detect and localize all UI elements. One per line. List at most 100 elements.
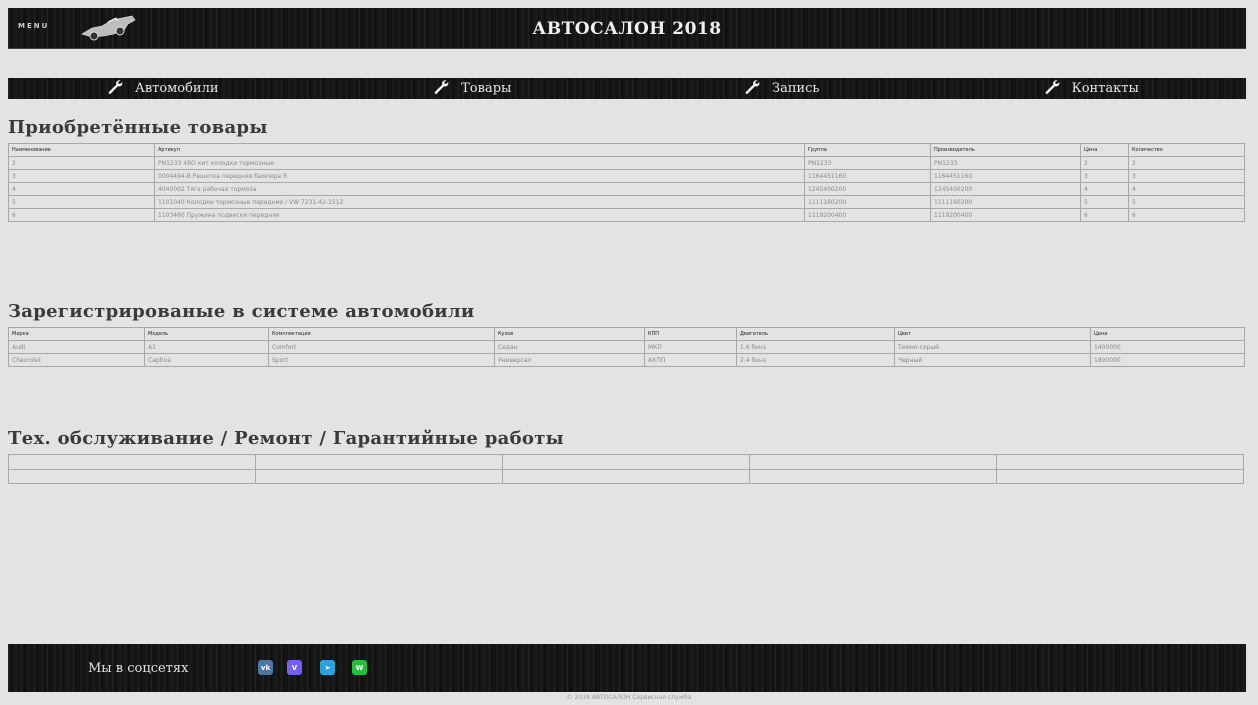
table-cell: 3 (1080, 169, 1129, 183)
table-cell: 4 (8, 182, 155, 196)
table-cell (502, 468, 750, 484)
table-cell: A1 (144, 340, 269, 354)
table-cell: 1.6 бенз (736, 340, 895, 354)
table-cell: 1103460 Пружина подвески передняя (154, 208, 805, 222)
nav-item-label: Запись (771, 81, 820, 96)
table-cell: Audi (8, 340, 145, 354)
cars-table: Марка Модель Комплектация Кузов КПП Двигатель… (8, 327, 1245, 367)
table-cell: 3 (8, 169, 155, 183)
table-row[interactable]: 5 1101040 Колодки тормозные передние / VW… (8, 195, 1245, 209)
wrench-icon (433, 79, 449, 99)
viber-icon[interactable]: V (287, 660, 302, 675)
table-cell: Chevrolet (8, 353, 145, 367)
column-header: Цвет (894, 327, 1091, 341)
table-cell: 0004494-B Решетка передняя бампера R (154, 169, 805, 183)
wrench-icon (744, 79, 760, 99)
table-cell (502, 454, 750, 470)
column-header: Группа (804, 143, 931, 157)
nav-item-2[interactable]: Запись (627, 78, 937, 99)
table-cell: 2 (8, 156, 155, 170)
table-cell: 3 (1128, 169, 1245, 183)
column-header: Модель (144, 327, 269, 341)
column-header: КПП (644, 327, 737, 341)
whatsapp-icon[interactable]: W (352, 660, 367, 675)
table-cell: 6 (8, 208, 155, 222)
table-cell: PN1233 (930, 156, 1081, 170)
table-cell (749, 454, 997, 470)
table-cell (255, 468, 503, 484)
table-row[interactable]: Audi A1 Comfort Седан МКП 1.6 бенз Темно-серый… (8, 340, 1245, 354)
table-cell: 1119200400 (930, 208, 1081, 222)
table-cell: 2 (1128, 156, 1245, 170)
nav-item-label: Товары (461, 81, 512, 96)
table-cell: 1890000 (1090, 353, 1245, 367)
table-cell: 4 (1128, 182, 1245, 196)
table-header-row: Наименование Артикул Группа Производитель Це… (8, 143, 1245, 157)
column-header: Цена (1080, 143, 1129, 157)
column-header: Комплектация (268, 327, 495, 341)
column-header: Количество (1128, 143, 1245, 157)
goods-title: Приобретённые товары (8, 117, 268, 138)
column-header: Производитель (930, 143, 1081, 157)
site-footer: Мы в соцсетях (8, 644, 1246, 692)
table-cell: МКП (644, 340, 737, 354)
nav-item-label: Контакты (1071, 81, 1139, 96)
table-cell: 4040002 Тяга рабочая тормоза (154, 182, 805, 196)
site-header: MENU АВТОСАЛОН 2018 (8, 8, 1246, 49)
table-cell (996, 454, 1244, 470)
table-cell (8, 468, 256, 484)
table-row[interactable]: 2 PN1233 4BO кит колодки тормозные PN1233 P… (8, 156, 1245, 170)
column-header: Наименование (8, 143, 155, 157)
table-cell: Темно-серый (894, 340, 1091, 354)
wrench-icon (1044, 79, 1060, 99)
table-cell: 1111160200 (804, 195, 931, 209)
table-cell: 6 (1128, 208, 1245, 222)
column-header: Артикул (154, 143, 805, 157)
main-nav: Автомобили Товары Запись Контакты (8, 78, 1246, 99)
nav-item-label: Автомобили (134, 81, 219, 96)
nav-item-1[interactable]: Товары (318, 78, 628, 99)
table-cell: PN1233 4BO кит колодки тормозные (154, 156, 805, 170)
column-header: Двигатель (736, 327, 895, 341)
table-row[interactable] (8, 468, 1244, 484)
table-cell (8, 454, 256, 470)
site-title: АВТОСАЛОН 2018 (532, 19, 722, 39)
table-cell: 2 (1080, 156, 1129, 170)
vk-icon[interactable]: vk (258, 660, 273, 675)
column-header: Марка (8, 327, 145, 341)
table-cell (749, 468, 997, 484)
table-cell: 1111160200 (930, 195, 1081, 209)
table-cell: 5 (8, 195, 155, 209)
table-cell: 1101040 Колодки тормозные передние / VW … (154, 195, 805, 209)
table-cell: 1164451160 (804, 169, 931, 183)
table-cell: 2.4 бенз (736, 353, 895, 367)
goods-table: Наименование Артикул Группа Производитель Це… (8, 143, 1245, 222)
nav-item-0[interactable]: Автомобили (8, 78, 318, 99)
table-cell: 5 (1128, 195, 1245, 209)
nav-item-3[interactable]: Контакты (937, 78, 1247, 99)
table-cell: Черный (894, 353, 1091, 367)
service-title: Тех. обслуживание / Ремонт / Гарантийные… (8, 428, 565, 449)
table-cell (996, 468, 1244, 484)
table-row[interactable] (8, 454, 1244, 470)
table-cell: 5 (1080, 195, 1129, 209)
copyright-text: © 2018 АВТОСАЛОН Сервисная служба (566, 694, 692, 701)
telegram-icon[interactable]: ➤ (320, 660, 335, 675)
table-cell: 6 (1080, 208, 1129, 222)
table-cell: PN1233 (804, 156, 931, 170)
table-cell: 1119200400 (804, 208, 931, 222)
table-cell: АКПП (644, 353, 737, 367)
table-row[interactable]: 6 1103460 Пружина подвески передняя 111920… (8, 208, 1245, 222)
table-row[interactable]: 3 0004494-B Решетка передняя бампера R 116… (8, 169, 1245, 183)
table-cell (255, 454, 503, 470)
table-row[interactable]: 4 4040002 Тяга рабочая тормоза 1245400200 1… (8, 182, 1245, 196)
table-row[interactable]: Chevrolet Captiva Sport Универсал АКПП 2.4 бе… (8, 353, 1245, 367)
table-cell: Универсал (494, 353, 645, 367)
table-cell: 4 (1080, 182, 1129, 196)
cars-title: Зарегистрированые в системе автомобили (8, 301, 475, 322)
table-cell: Comfort (268, 340, 495, 354)
wrench-icon (107, 79, 123, 99)
column-header: Цена (1090, 327, 1245, 341)
service-table (8, 454, 1244, 484)
column-header: Кузов (494, 327, 645, 341)
